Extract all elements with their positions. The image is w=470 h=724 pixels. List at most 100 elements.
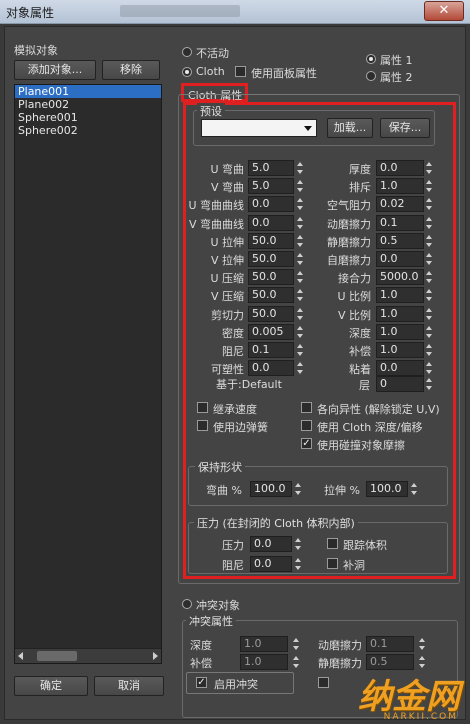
param-spinner[interactable]	[425, 178, 433, 194]
pressure-damping-spinner[interactable]	[294, 556, 302, 572]
param-field[interactable]: 0.02	[376, 196, 424, 212]
param-field[interactable]: 5.0	[248, 178, 294, 194]
param-spinner[interactable]	[425, 287, 433, 303]
bend-pct-field[interactable]: 100.0	[250, 481, 292, 497]
param-field[interactable]: 0.0	[248, 360, 294, 376]
collision-static-friction-spinner[interactable]	[418, 654, 426, 670]
param-field[interactable]: 1.0	[376, 178, 424, 194]
param-field[interactable]: 0.1	[376, 215, 424, 231]
scroll-thumb[interactable]	[37, 651, 77, 661]
collision-static-friction-field[interactable]: 0.5	[366, 654, 414, 670]
pressure-spinner[interactable]	[294, 536, 302, 552]
collision-offset-spinner[interactable]	[292, 654, 300, 670]
collision-extra-checkbox[interactable]	[318, 677, 329, 688]
ok-button[interactable]: 确定	[14, 676, 88, 696]
radio-inactive[interactable]	[182, 47, 192, 57]
collision-depth-field[interactable]: 1.0	[240, 636, 288, 652]
edge-springs-checkbox[interactable]	[197, 420, 208, 431]
param-spinner[interactable]	[296, 160, 304, 176]
param-field[interactable]: 50.0	[248, 251, 294, 267]
param-spinner[interactable]	[425, 251, 433, 267]
collision-friction-checkbox[interactable]: ✓	[301, 438, 312, 449]
collision-offset-field[interactable]: 1.0	[240, 654, 288, 670]
collision-dyn-friction-spinner[interactable]	[418, 636, 426, 652]
param-spinner[interactable]	[425, 160, 433, 176]
radio-prop1[interactable]	[366, 54, 376, 64]
param-spinner[interactable]	[425, 360, 433, 376]
param-spinner[interactable]	[425, 306, 433, 322]
stretch-pct-spinner[interactable]	[410, 481, 418, 497]
inherit-velocity-checkbox[interactable]	[197, 402, 208, 413]
list-item[interactable]: Plane001	[15, 85, 161, 98]
param-spinner[interactable]	[296, 287, 304, 303]
scroll-right-icon[interactable]	[153, 652, 158, 660]
param-spinner[interactable]	[425, 269, 433, 285]
param-spinner[interactable]	[296, 233, 304, 249]
list-item[interactable]: Sphere002	[15, 124, 161, 137]
param-spinner[interactable]	[296, 215, 304, 231]
param-spinner[interactable]	[296, 360, 304, 376]
scroll-left-icon[interactable]	[18, 652, 23, 660]
enable-collision-checkbox[interactable]: ✓	[196, 677, 207, 688]
param-field[interactable]: 50.0	[248, 306, 294, 322]
preset-dropdown[interactable]	[201, 119, 317, 137]
load-button[interactable]: 加载...	[327, 118, 373, 138]
param-field[interactable]: 1.0	[376, 342, 424, 358]
cap-holes-checkbox[interactable]	[327, 558, 338, 569]
list-item[interactable]: Sphere001	[15, 111, 161, 124]
collision-dyn-friction-field[interactable]: 0.1	[366, 636, 414, 652]
stretch-pct-field[interactable]: 100.0	[366, 481, 408, 497]
pressure-damping-field[interactable]: 0.0	[250, 556, 292, 572]
radio-cloth[interactable]	[182, 67, 192, 77]
radio-prop2[interactable]	[366, 71, 376, 81]
param-field[interactable]: 50.0	[248, 269, 294, 285]
param-field[interactable]: 0.0	[376, 360, 424, 376]
cloth-depth-offset-checkbox[interactable]	[301, 420, 312, 431]
param-spinner[interactable]	[425, 215, 433, 231]
param-spinner[interactable]	[296, 269, 304, 285]
param-field[interactable]: 5.0	[248, 160, 294, 176]
list-item[interactable]: Plane002	[15, 98, 161, 111]
param-field[interactable]: 1.0	[376, 306, 424, 322]
param-spinner[interactable]	[296, 196, 304, 212]
param-field[interactable]: 50.0	[248, 233, 294, 249]
param-field[interactable]: 1.0	[376, 324, 424, 340]
param-spinner[interactable]	[296, 306, 304, 322]
add-object-button[interactable]: 添加对象...	[14, 60, 96, 80]
param-spinner[interactable]	[296, 342, 304, 358]
param-field[interactable]: 0.0	[376, 251, 424, 267]
pressure-field[interactable]: 0.0	[250, 536, 292, 552]
param-spinner[interactable]	[425, 342, 433, 358]
close-icon[interactable]: ✕	[424, 1, 464, 21]
collision-depth-spinner[interactable]	[292, 636, 300, 652]
radio-collision-object[interactable]	[182, 599, 192, 609]
track-volume-checkbox[interactable]	[327, 538, 338, 549]
param-field[interactable]: 0.005	[248, 324, 294, 340]
use-panel-props-checkbox[interactable]	[235, 66, 246, 77]
bend-pct-spinner[interactable]	[294, 481, 302, 497]
sim-object-list[interactable]: Plane001 Plane002 Sphere001 Sphere002	[14, 84, 162, 664]
list-scrollbar[interactable]	[15, 648, 161, 663]
param-field[interactable]: 0.5	[376, 233, 424, 249]
param-field[interactable]: 0.1	[248, 342, 294, 358]
param-spinner[interactable]	[296, 324, 304, 340]
param-field[interactable]: 1.0	[376, 287, 424, 303]
param-label: U 弯曲	[210, 163, 244, 176]
param-spinner[interactable]	[425, 233, 433, 249]
param-field[interactable]: 5000.0	[376, 269, 424, 285]
layer-field[interactable]: 0	[376, 376, 424, 392]
param-spinner[interactable]	[296, 178, 304, 194]
param-field[interactable]: 50.0	[248, 287, 294, 303]
param-field[interactable]: 0.0	[376, 160, 424, 176]
param-spinner[interactable]	[296, 251, 304, 267]
cancel-button[interactable]: 取消	[94, 676, 164, 696]
cloth-depth-offset-label: 使用 Cloth 深度/偏移	[317, 421, 423, 434]
save-button[interactable]: 保存...	[380, 118, 430, 138]
param-spinner[interactable]	[425, 196, 433, 212]
remove-button[interactable]: 移除	[102, 60, 160, 80]
anisotropic-checkbox[interactable]	[301, 402, 312, 413]
layer-spinner[interactable]	[425, 376, 433, 392]
param-field[interactable]: 0.0	[248, 196, 294, 212]
param-spinner[interactable]	[425, 324, 433, 340]
param-field[interactable]: 0.0	[248, 215, 294, 231]
